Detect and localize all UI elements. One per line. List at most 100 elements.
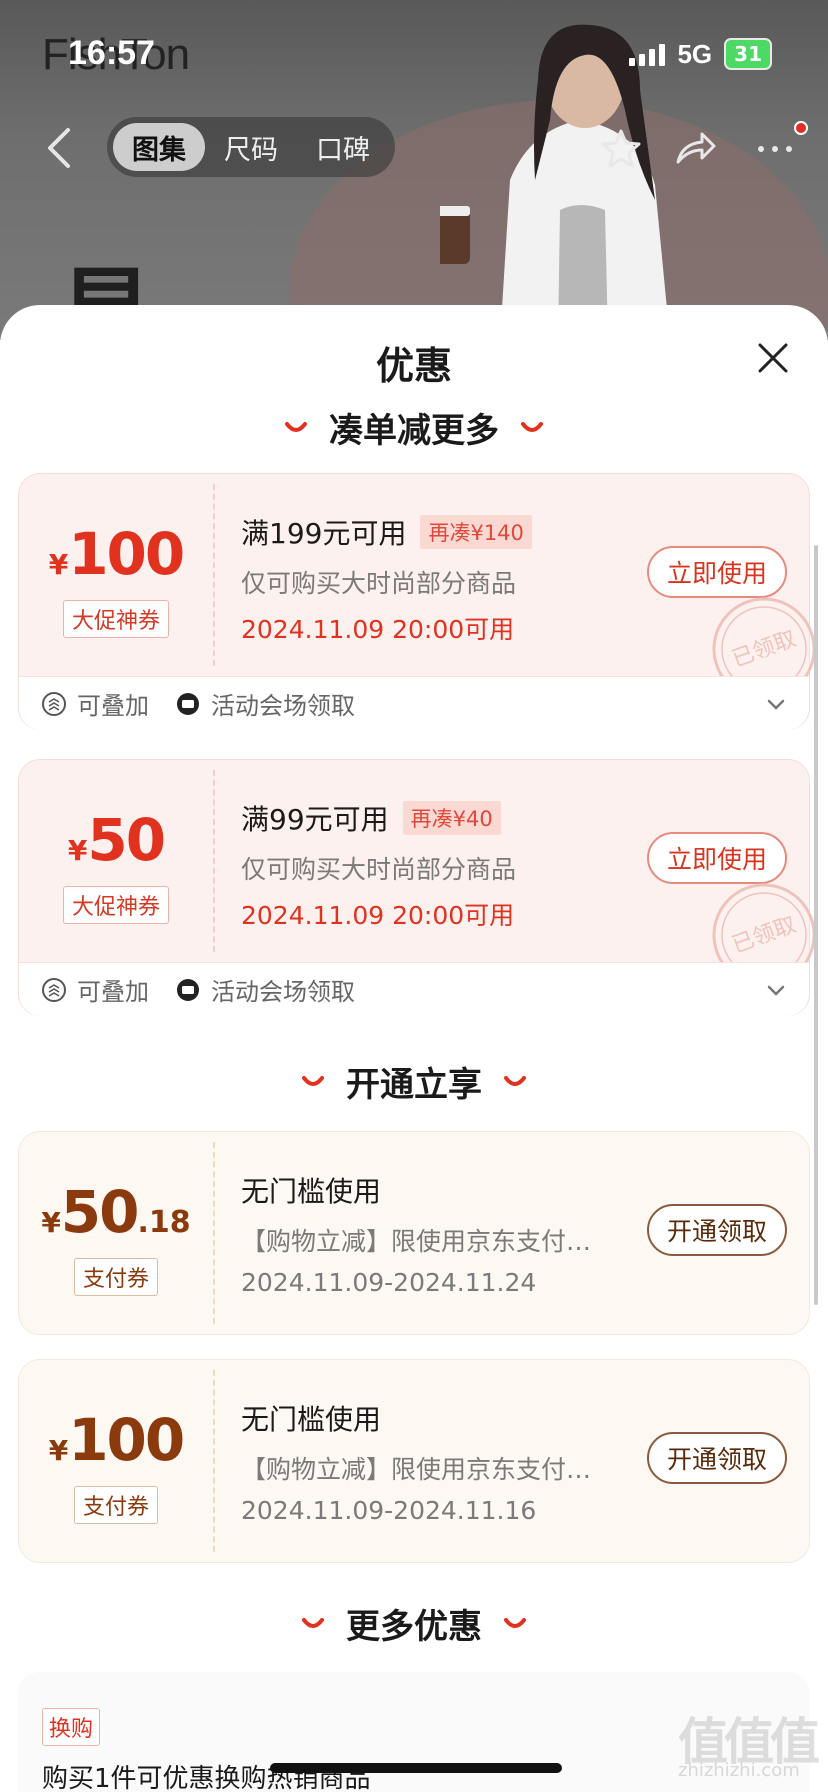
- coupon-card: ¥100 大促神券 满199元可用 再凑¥140 仅可购买大时尚部分商品 202…: [18, 473, 816, 730]
- coupon-info: 满199元可用 再凑¥140 仅可购买大时尚部分商品 2024.11.09 20…: [241, 512, 611, 646]
- amount-value: 100: [68, 520, 185, 588]
- status-time: 16:57: [68, 34, 155, 72]
- venue-claim-text: 活动会场领取: [211, 978, 355, 1006]
- coupon-date: 2024.11.09-2024.11.16: [241, 1496, 537, 1525]
- coupon-divider: [213, 770, 215, 952]
- tab-gallery[interactable]: 图集: [113, 123, 205, 171]
- currency-symbol: ¥: [48, 1434, 69, 1467]
- coupon-footer: 可叠加 活动会场领取: [19, 962, 809, 1016]
- stackable-text: 可叠加: [77, 978, 149, 1006]
- coupon-body: ¥100 支付券 无门槛使用 【购物立减】限使用京东支付… 2024.11.09…: [19, 1360, 809, 1562]
- claimed-stamp-text: 已领取: [729, 912, 800, 958]
- amount-decimal: .18: [137, 1205, 191, 1240]
- status-indicators: 5G 31: [629, 38, 772, 70]
- amount-value: 50: [60, 1178, 140, 1246]
- smile-decor-icon: [302, 1617, 324, 1628]
- watermark-url: zhizhizhi.com: [678, 1760, 800, 1781]
- signal-icon: [629, 42, 666, 66]
- favorite-star-icon[interactable]: [598, 126, 644, 172]
- coupon-condition: 无门槛使用: [241, 1398, 611, 1438]
- coupon-card: ¥50 大促神券 满99元可用 再凑¥40 仅可购买大时尚部分商品 2024.1…: [18, 759, 816, 1016]
- stackable-label: 可叠加: [41, 972, 149, 1007]
- coupon-footer: 可叠加 活动会场领取: [19, 676, 809, 730]
- coupon-scope: 【购物立减】限使用京东支付…: [241, 1227, 592, 1256]
- smile-decor-icon: [302, 1075, 324, 1086]
- ticket-icon: [177, 978, 199, 1001]
- coupon-amount: ¥50.18: [19, 1178, 213, 1246]
- activate-claim-button[interactable]: 开通领取: [647, 1432, 787, 1484]
- section-title: 开通立享: [346, 1065, 482, 1105]
- venue-claim-label: 活动会场领取: [175, 972, 355, 1007]
- ticket-icon: [177, 692, 199, 715]
- back-icon[interactable]: [40, 124, 80, 172]
- coupon-type-label: 支付券: [73, 1258, 158, 1296]
- section-title: 更多优惠: [346, 1607, 482, 1647]
- network-type: 5G: [677, 38, 713, 69]
- share-icon[interactable]: [672, 126, 718, 172]
- sheet-title: 优惠: [375, 344, 452, 388]
- coupon-divider: [213, 484, 215, 666]
- section-title: 凑单减更多: [329, 411, 499, 451]
- section-header: 开通立享: [0, 1057, 828, 1106]
- more-icon[interactable]: [752, 126, 798, 172]
- scrollbar[interactable]: [814, 545, 818, 1305]
- smile-decor-icon: [504, 1617, 526, 1628]
- coupon-type-tag: 大促神券: [19, 600, 213, 638]
- nav-tab-group: 图集 尺码 口碑: [107, 117, 395, 177]
- currency-symbol: ¥: [41, 1206, 61, 1239]
- coupon-card: ¥50.18 支付券 无门槛使用 【购物立减】限使用京东支付… 2024.11.…: [18, 1131, 810, 1335]
- venue-claim-label: 活动会场领取: [175, 686, 355, 721]
- coupon-type-label: 支付券: [73, 1486, 158, 1524]
- coupon-body: ¥50 大促神券 满99元可用 再凑¥40 仅可购买大时尚部分商品 2024.1…: [19, 760, 816, 987]
- tab-size[interactable]: 尺码: [205, 123, 297, 171]
- smile-decor-icon: [521, 421, 543, 432]
- claimed-stamp-text: 已领取: [729, 626, 800, 672]
- coupon-type-tag: 支付券: [19, 1486, 213, 1524]
- coupon-divider: [213, 1370, 215, 1552]
- coupon-type-tag: 大促神券: [19, 886, 213, 924]
- coupon-condition-text: 满199元可用: [241, 517, 407, 550]
- coupon-body: ¥100 大促神券 满199元可用 再凑¥140 仅可购买大时尚部分商品 202…: [19, 474, 816, 701]
- home-indicator[interactable]: [270, 1763, 562, 1773]
- battery-icon: 31: [724, 38, 772, 70]
- chevron-down-icon[interactable]: [765, 979, 787, 1001]
- coupon-condition-text: 无门槛使用: [241, 1403, 382, 1436]
- amount-value: 50: [87, 806, 166, 874]
- coupon-amount: ¥100: [19, 520, 213, 588]
- tab-reviews[interactable]: 口碑: [297, 123, 389, 171]
- section-header: 凑单减更多: [0, 403, 828, 452]
- add-more-badge: 再凑¥140: [420, 515, 532, 549]
- coupon-scope: 【购物立减】限使用京东支付…: [241, 1455, 592, 1484]
- coupon-info: 满99元可用 再凑¥40 仅可购买大时尚部分商品 2024.11.09 20:0…: [241, 798, 611, 932]
- coupon-card: ¥100 支付券 无门槛使用 【购物立减】限使用京东支付… 2024.11.09…: [18, 1359, 810, 1563]
- coupon-date: 2024.11.09 20:00可用: [241, 615, 515, 644]
- coupon-amount: ¥100: [19, 1406, 213, 1474]
- activate-claim-button[interactable]: 开通领取: [647, 1204, 787, 1256]
- coupon-divider: [213, 1142, 215, 1324]
- status-bar: 16:57 5G 31: [0, 0, 828, 100]
- coupon-condition-text: 无门槛使用: [241, 1175, 382, 1208]
- stack-icon: [42, 691, 66, 716]
- coupon-condition: 无门槛使用: [241, 1170, 611, 1210]
- stackable-text: 可叠加: [77, 692, 149, 720]
- coupon-date: 2024.11.09 20:00可用: [241, 901, 515, 930]
- smile-decor-icon: [504, 1075, 526, 1086]
- use-now-button[interactable]: 立即使用: [647, 832, 787, 884]
- use-now-button[interactable]: 立即使用: [647, 546, 787, 598]
- section-header: 更多优惠: [0, 1599, 828, 1648]
- currency-symbol: ¥: [48, 548, 69, 581]
- coupon-scope: 仅可购买大时尚部分商品: [241, 855, 517, 884]
- coupon-body: ¥50.18 支付券 无门槛使用 【购物立减】限使用京东支付… 2024.11.…: [19, 1132, 809, 1334]
- amount-value: 100: [68, 1406, 185, 1474]
- coupon-condition: 满99元可用 再凑¥40: [241, 798, 611, 838]
- chevron-down-icon[interactable]: [765, 693, 787, 715]
- venue-claim-text: 活动会场领取: [211, 692, 355, 720]
- close-icon[interactable]: [756, 341, 790, 375]
- add-more-badge: 再凑¥40: [402, 801, 501, 835]
- stack-icon: [42, 977, 66, 1002]
- coupon-amount: ¥50: [19, 806, 213, 874]
- stackable-label: 可叠加: [41, 686, 149, 721]
- notification-dot: [794, 121, 808, 135]
- coupon-info: 无门槛使用 【购物立减】限使用京东支付… 2024.11.09-2024.11.…: [241, 1398, 611, 1525]
- currency-symbol: ¥: [67, 834, 88, 867]
